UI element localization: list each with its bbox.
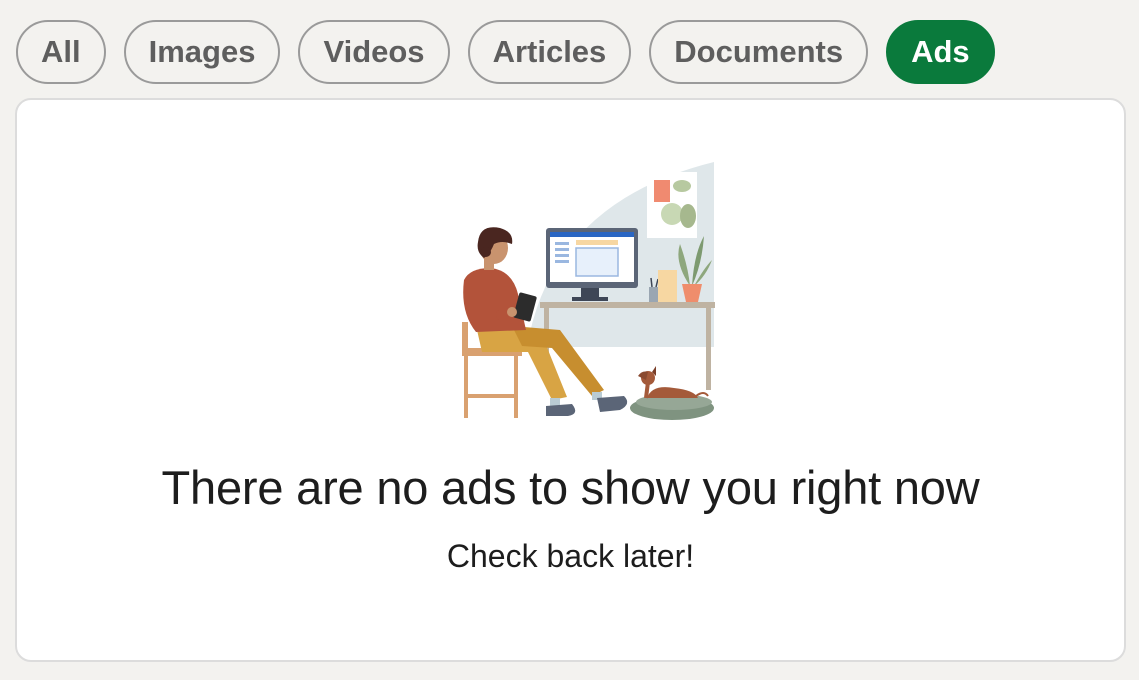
filter-documents-button[interactable]: Documents	[649, 20, 869, 84]
empty-state-card: There are no ads to show you right now C…	[15, 98, 1126, 662]
filter-videos-button[interactable]: Videos	[298, 20, 450, 84]
filter-ads-button[interactable]: Ads	[886, 20, 995, 84]
filter-all-button[interactable]: All	[16, 20, 106, 84]
empty-state-subtitle: Check back later!	[446, 538, 695, 574]
person-at-desk-illustration	[462, 162, 715, 420]
filter-articles-button[interactable]: Articles	[467, 20, 632, 84]
content-type-filter-bar: All Images Videos Articles Documents Ads	[16, 20, 995, 84]
empty-state-title: There are no ads to show you right now	[161, 461, 980, 514]
filter-images-button[interactable]: Images	[123, 20, 281, 84]
